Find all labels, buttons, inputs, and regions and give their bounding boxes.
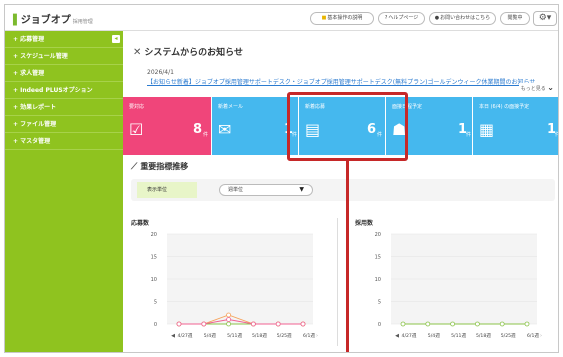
data-point bbox=[201, 321, 207, 327]
data-point bbox=[524, 321, 530, 327]
sidebar-item-applications[interactable]: + 応募管理 ◂ bbox=[5, 31, 123, 48]
sidebar-item-jobs[interactable]: + 求人管理 bbox=[5, 65, 123, 82]
header-bar: ▌ジョブオプ 採用管理 ■基本操作の説明 ?ヘルプページ ●お問い合わせはこちら … bbox=[5, 5, 558, 31]
y-tick-label: 10 bbox=[151, 277, 157, 283]
hires-chart: 採用数 0 5 10 15 20 ◀ › 4/27週 5/4週 5/11週 5/18週 5/25週 6/… bbox=[355, 218, 545, 348]
y-tick-label: 0 bbox=[154, 322, 157, 328]
data-point bbox=[226, 321, 231, 327]
data-point bbox=[226, 312, 231, 318]
prev-arrow-icon: ◀ bbox=[171, 333, 175, 339]
highlight-box bbox=[287, 92, 408, 161]
y-tick-label: 15 bbox=[375, 255, 381, 261]
x-tick-label: 4/27週 bbox=[402, 332, 417, 339]
notice-link[interactable]: 【お知らせ新着】ジョブオプ採用管理サポートデスク・ジョブオプ採用管理サポートデス… bbox=[147, 77, 547, 86]
data-point bbox=[450, 321, 455, 327]
data-point bbox=[499, 321, 505, 327]
sidebar-item-master[interactable]: + マスタ管理 bbox=[5, 133, 123, 150]
data-point bbox=[400, 321, 406, 327]
collapse-icon[interactable]: ◂ bbox=[112, 35, 120, 43]
next-arrow-icon: › bbox=[316, 333, 318, 339]
data-point bbox=[275, 321, 281, 327]
card-action-required[interactable]: 要対応 ☑ 8 件 bbox=[123, 97, 211, 155]
tools-icon: ✕ bbox=[133, 47, 142, 58]
data-point bbox=[300, 321, 306, 327]
next-arrow-icon: › bbox=[540, 333, 542, 339]
settings-button[interactable]: ⚙▾ bbox=[533, 11, 557, 26]
data-point bbox=[226, 317, 231, 322]
chart-title: 採用数 bbox=[355, 220, 374, 227]
gear-icon: ⚙▾ bbox=[538, 13, 552, 23]
card-today-interviews[interactable]: 本日 (6/4) の面接予定 ▦ 1 件 bbox=[473, 97, 558, 155]
chart-divider bbox=[337, 218, 338, 346]
sidebar-item-files[interactable]: + ファイル管理 bbox=[5, 116, 123, 133]
checkbox-icon: ☑ bbox=[129, 120, 144, 139]
sidebar-item-schedule[interactable]: + スケジュール管理 bbox=[5, 48, 123, 65]
data-point bbox=[176, 321, 182, 327]
guide-button[interactable]: ■基本操作の説明 bbox=[310, 12, 374, 25]
logo-sub: 採用管理 bbox=[72, 19, 93, 25]
sidebar-item-indeed-plus[interactable]: + Indeed PLUSオプション bbox=[5, 82, 123, 99]
y-tick-label: 5 bbox=[154, 300, 157, 306]
app-window: ▌ジョブオプ 採用管理 ■基本操作の説明 ?ヘルプページ ●お問い合わせはこちら … bbox=[4, 4, 559, 353]
x-tick-label: 4/27週 bbox=[178, 332, 193, 339]
contact-button[interactable]: ●お問い合わせはこちら bbox=[429, 12, 496, 25]
display-unit-label: 表示単位 bbox=[137, 182, 197, 198]
chart-title: 応募数 bbox=[131, 220, 150, 227]
y-tick-label: 10 bbox=[375, 277, 381, 283]
data-point bbox=[475, 321, 480, 327]
applications-chart-svg: 0 5 10 15 20 ◀ › 4/27週 5/4週 5/11週 5/18週 5/25週 6/1週 bbox=[151, 232, 318, 339]
prev-arrow-icon: ◀ bbox=[395, 333, 399, 339]
viewing-button[interactable]: 閲覧中 bbox=[500, 12, 530, 25]
card-new-mail[interactable]: 新着メール ✉ 1 件 bbox=[212, 97, 298, 155]
notice-date: 2026/4/1 bbox=[147, 69, 174, 76]
calendar-icon: ▦ bbox=[479, 120, 495, 139]
y-tick-label: 5 bbox=[378, 300, 381, 306]
period-select[interactable]: 週単位 ▼ bbox=[219, 184, 313, 196]
x-tick-label: 5/4週 bbox=[428, 332, 440, 339]
logo-text: ジョブオプ bbox=[20, 15, 71, 26]
x-tick-label: 5/18週 bbox=[252, 332, 267, 339]
logo[interactable]: ▌ジョブオプ 採用管理 bbox=[13, 11, 93, 26]
main-content: ✕ システムからのお知らせ 2026/4/1 【お知らせ新着】ジョブオプ採用管理サ… bbox=[123, 31, 558, 352]
mail-icon: ✉ bbox=[218, 120, 232, 139]
x-tick-label: 5/25週 bbox=[277, 332, 292, 339]
x-tick-label: 5/4週 bbox=[204, 332, 216, 339]
help-button[interactable]: ?ヘルプページ bbox=[378, 12, 425, 25]
filter-bar: 表示単位 週単位 ▼ bbox=[131, 179, 555, 201]
line-chart-icon: ⟋ bbox=[131, 162, 138, 172]
data-point bbox=[251, 321, 256, 327]
book-icon: ■ bbox=[321, 15, 327, 21]
sidebar: + 応募管理 ◂ + スケジュール管理 + 求人管理 + Indeed PLUSオ… bbox=[5, 31, 123, 352]
notice-heading: ✕ システムからのお知らせ bbox=[133, 47, 243, 58]
chat-icon: ● bbox=[434, 15, 440, 21]
y-tick-label: 20 bbox=[151, 232, 157, 238]
x-tick-label: 6/1週 bbox=[303, 332, 315, 339]
sidebar-item-reports[interactable]: + 効果レポート bbox=[5, 99, 123, 116]
highlight-pointer-line bbox=[346, 161, 349, 352]
applications-chart: 応募数 0 5 10 15 20 ◀ › 4/27週 5/4週 5/11週 5/18週 5/25週 6/… bbox=[131, 218, 321, 348]
y-tick-label: 20 bbox=[375, 232, 381, 238]
logo-mark-icon: ▌ bbox=[13, 15, 21, 26]
x-tick-label: 5/25週 bbox=[501, 332, 516, 339]
trends-heading: ⟋ 重要指標推移 bbox=[131, 162, 189, 172]
y-tick-label: 15 bbox=[151, 255, 157, 261]
x-tick-label: 5/11週 bbox=[227, 332, 242, 339]
y-tick-label: 0 bbox=[378, 322, 381, 328]
caret-down-icon: ▼ bbox=[299, 186, 304, 193]
x-tick-label: 6/1週 bbox=[527, 332, 539, 339]
hires-chart-svg: 0 5 10 15 20 ◀ › 4/27週 5/4週 5/11週 5/18週 5/25週 6/1週 bbox=[375, 232, 542, 339]
chevron-down-icon: ⌄ bbox=[547, 83, 554, 92]
x-tick-label: 5/11週 bbox=[451, 332, 466, 339]
x-tick-label: 5/18週 bbox=[476, 332, 491, 339]
data-point bbox=[425, 321, 431, 327]
more-button[interactable]: もっと見る ⌄ bbox=[518, 83, 554, 92]
help-icon: ? bbox=[384, 15, 388, 21]
